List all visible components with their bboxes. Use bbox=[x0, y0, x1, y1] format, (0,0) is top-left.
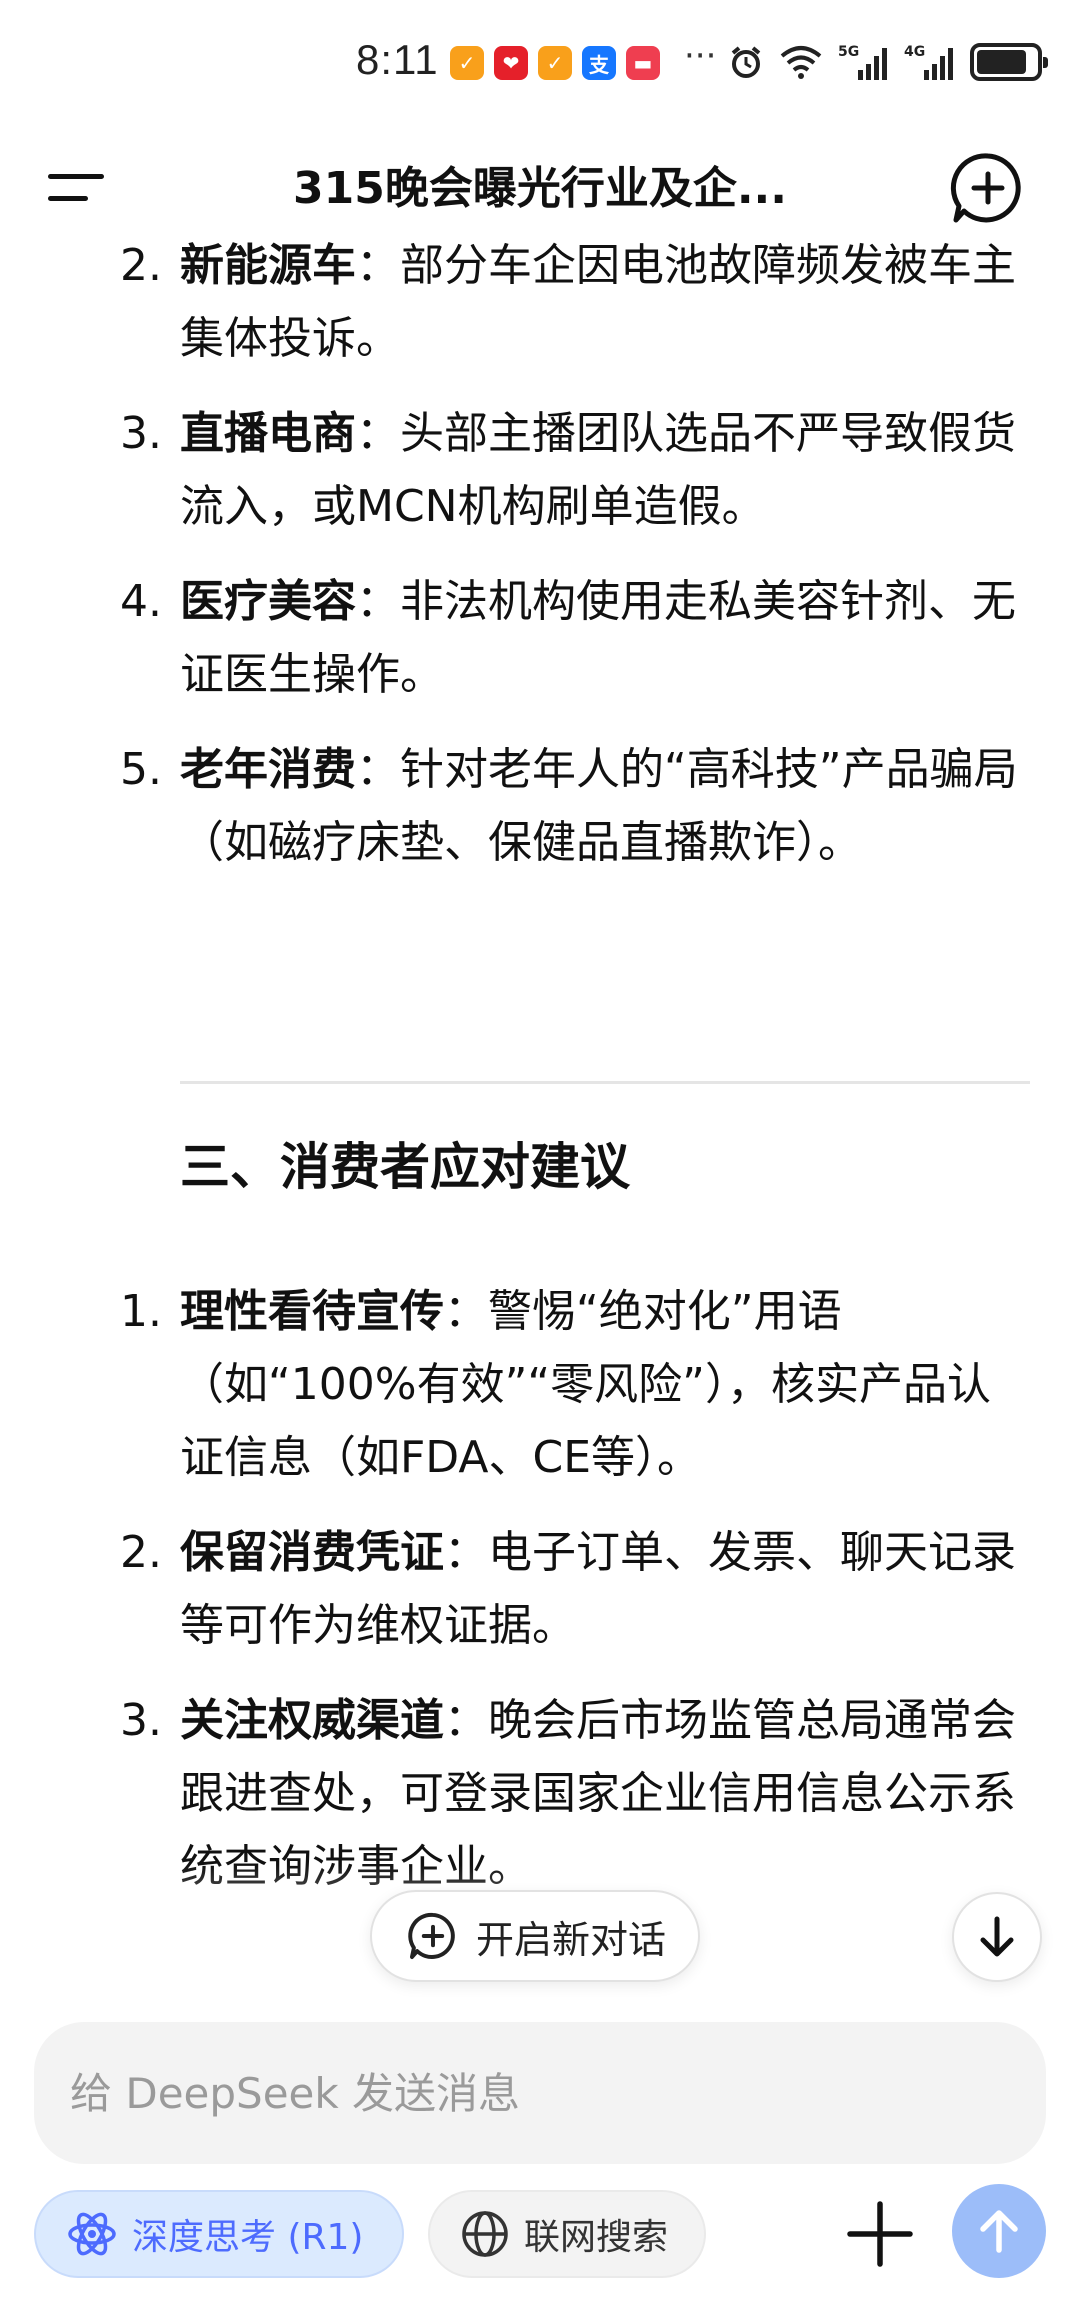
list-item: 4. 医疗美容：非法机构使用走私美容针剂、无证医生操作。 bbox=[120, 565, 1030, 711]
list-item: 2. 保留消费凭证：电子订单、发票、聊天记录等可作为维权证据。 bbox=[120, 1516, 1030, 1662]
notification-icons: ✓ ❤ ✓ 支 ▬ bbox=[450, 46, 660, 80]
input-toolbar: 深度思考 (R1) 联网搜索 bbox=[0, 2184, 1080, 2282]
advice-list: 1. 理性看待宣传：警惕“绝对化”用语（如“100%有效”“零风险”），核实产品认… bbox=[120, 1275, 1030, 1925]
list-item-keyword: 老年消费 bbox=[180, 744, 356, 795]
system-icons: 5G 4G bbox=[728, 42, 1048, 82]
list-item: 2. 新能源车：部分车企因电池故障频发被车主集体投诉。 bbox=[120, 229, 1030, 375]
new-chat-icon bbox=[408, 1912, 455, 1960]
plus-icon[interactable] bbox=[842, 2196, 918, 2272]
svg-text:5G: 5G bbox=[838, 44, 859, 60]
list-item-keyword: 直播电商 bbox=[180, 408, 356, 459]
message-content: 2. 新能源车：部分车企因电池故障频发被车主集体投诉。 3. 直播电商：头部主播团队选… bbox=[0, 225, 1080, 1965]
industry-list: 2. 新能源车：部分车企因电池故障频发被车主集体投诉。 3. 直播电商：头部主播团队选… bbox=[120, 229, 1030, 901]
wifi-icon bbox=[780, 46, 822, 79]
deep-think-label: 深度思考 (R1) bbox=[132, 2217, 364, 2258]
message-input[interactable] bbox=[34, 2022, 1046, 2164]
deep-think-toggle[interactable]: 深度思考 (R1) bbox=[34, 2190, 404, 2278]
alipay-icon: 支 bbox=[582, 46, 616, 80]
new-conversation-label: 开启新对话 bbox=[476, 1917, 667, 1962]
status-bar: 8:11 ✓ ❤ ✓ 支 ▬ ··· 5G 4G bbox=[0, 0, 1080, 130]
status-time: 8:11 bbox=[356, 36, 439, 83]
chat-screen: 8:11 ✓ ❤ ✓ 支 ▬ ··· 5G 4G 315晚会曝光行业及企... … bbox=[0, 0, 1080, 2324]
chat-title[interactable]: 315晚会曝光行业及企... bbox=[180, 152, 900, 216]
list-item-number: 1. bbox=[120, 1286, 162, 1337]
more-notifications-icon: ··· bbox=[684, 36, 717, 76]
menu-icon-line bbox=[48, 174, 104, 179]
menu-icon-line bbox=[48, 196, 88, 201]
scroll-down-button[interactable] bbox=[952, 1892, 1042, 1982]
message-input-box[interactable] bbox=[34, 2022, 1046, 2164]
list-item-number: 3. bbox=[120, 408, 162, 459]
list-item-keyword: 新能源车 bbox=[180, 240, 356, 291]
send-button[interactable] bbox=[952, 2184, 1046, 2278]
battery-icon bbox=[970, 43, 1048, 81]
list-item-keyword: 医疗美容 bbox=[180, 576, 356, 627]
taobao-icon: ✓ bbox=[450, 46, 484, 80]
list-item-number: 2. bbox=[120, 1527, 162, 1578]
new-conversation-button[interactable]: 开启新对话 bbox=[370, 1890, 700, 1982]
list-item-keyword: 关注权威渠道 bbox=[180, 1695, 444, 1746]
web-search-toggle[interactable]: 联网搜索 bbox=[428, 2190, 706, 2278]
menu-button[interactable] bbox=[40, 160, 110, 220]
list-item: 3. 直播电商：头部主播团队选品不严导致假货流入，或MCN机构刷单造假。 bbox=[120, 397, 1030, 543]
section-heading: 三、消费者应对建议 bbox=[180, 1138, 630, 1196]
web-search-label: 联网搜索 bbox=[524, 2217, 669, 2258]
list-item-number: 4. bbox=[120, 576, 162, 627]
new-chat-icon[interactable] bbox=[950, 150, 1026, 226]
atom-icon bbox=[68, 2212, 116, 2256]
list-item-keyword: 保留消费凭证 bbox=[180, 1527, 444, 1578]
signal-5g-icon: 5G bbox=[838, 44, 887, 80]
taobao-icon: ✓ bbox=[538, 46, 572, 80]
list-item-number: 5. bbox=[120, 744, 162, 795]
battery-level bbox=[977, 50, 1027, 74]
huawei-icon: ▬ bbox=[626, 46, 660, 80]
list-item-number: 3. bbox=[120, 1695, 162, 1746]
alarm-icon bbox=[731, 46, 761, 78]
svg-text:4G: 4G bbox=[904, 44, 925, 60]
red-app-icon: ❤ bbox=[494, 46, 528, 80]
list-item-keyword: 理性看待宣传 bbox=[180, 1286, 444, 1337]
list-item: 5. 老年消费：针对老年人的“高科技”产品骗局（如磁疗床垫、保健品直播欺诈）。 bbox=[120, 733, 1030, 879]
signal-4g-icon: 4G bbox=[904, 44, 953, 80]
list-item: 1. 理性看待宣传：警惕“绝对化”用语（如“100%有效”“零风险”），核实产品认… bbox=[120, 1275, 1030, 1494]
section-divider bbox=[180, 1081, 1030, 1084]
arrow-up-icon bbox=[980, 2210, 1018, 2253]
list-item-number: 2. bbox=[120, 240, 162, 291]
globe-icon bbox=[462, 2211, 508, 2257]
arrow-down-icon bbox=[980, 1916, 1014, 1957]
